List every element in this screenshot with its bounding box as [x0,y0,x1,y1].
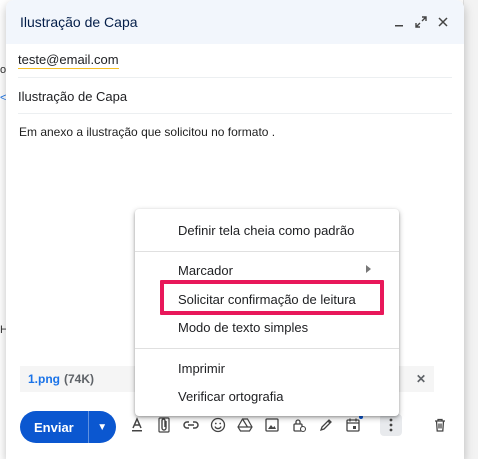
message-body[interactable]: Em anexo a ilustração que solicitou no f… [19,125,275,139]
subject-text: Ilustração de Capa [18,89,128,104]
insert-signature-icon[interactable] [315,414,337,436]
menu-item-plain-text[interactable]: Modo de texto simples [135,313,399,341]
insert-link-icon[interactable] [180,414,202,436]
compose-titlebar: Ilustração de Capa [6,0,464,44]
schedule-send-icon[interactable] [342,414,364,436]
minimize-icon[interactable] [390,13,408,31]
send-options-dropdown-icon[interactable]: ▼ [87,411,116,443]
menu-divider [135,348,399,349]
remove-attachment-icon[interactable]: ✕ [416,372,426,386]
menu-item-label: Definir tela cheia como padrão [178,222,355,238]
to-field[interactable]: teste@email.com [18,44,452,78]
compose-title: Ilustração de Capa [20,14,138,30]
more-options-icon[interactable] [380,414,402,436]
subject-field[interactable]: Ilustração de Capa [18,80,452,114]
send-button-group: Enviar ▼ [20,411,116,443]
insert-photo-icon[interactable] [261,414,283,436]
expand-icon[interactable] [412,13,430,31]
recipient-chip[interactable]: teste@email.com [18,52,119,69]
close-icon[interactable] [434,13,452,31]
highlight-annotation-box [160,280,384,315]
menu-item-spellcheck[interactable]: Verificar ortografia [135,382,399,410]
background-scrollbar [463,0,478,459]
menu-divider [135,251,399,252]
discard-draft-icon[interactable] [429,414,451,436]
menu-item-label: Imprimir [178,360,225,376]
attachment-size: (74K) [64,372,95,386]
submenu-arrow-icon [366,265,371,273]
formatting-options-icon[interactable] [126,414,148,436]
menu-item-fullscreen-default[interactable]: Definir tela cheia como padrão [135,216,399,244]
attach-files-icon[interactable] [153,414,175,436]
attachment-name[interactable]: 1.png [28,372,60,386]
insert-emoji-icon[interactable] [207,414,229,436]
send-button[interactable]: Enviar [20,411,88,443]
menu-item-label: Verificar ortografia [178,388,284,404]
confidential-mode-icon[interactable] [288,414,310,436]
google-drive-icon[interactable] [234,414,256,436]
menu-item-print[interactable]: Imprimir [135,354,399,382]
menu-item-label: Marcador [178,262,233,278]
menu-item-label: Modo de texto simples [178,319,309,335]
